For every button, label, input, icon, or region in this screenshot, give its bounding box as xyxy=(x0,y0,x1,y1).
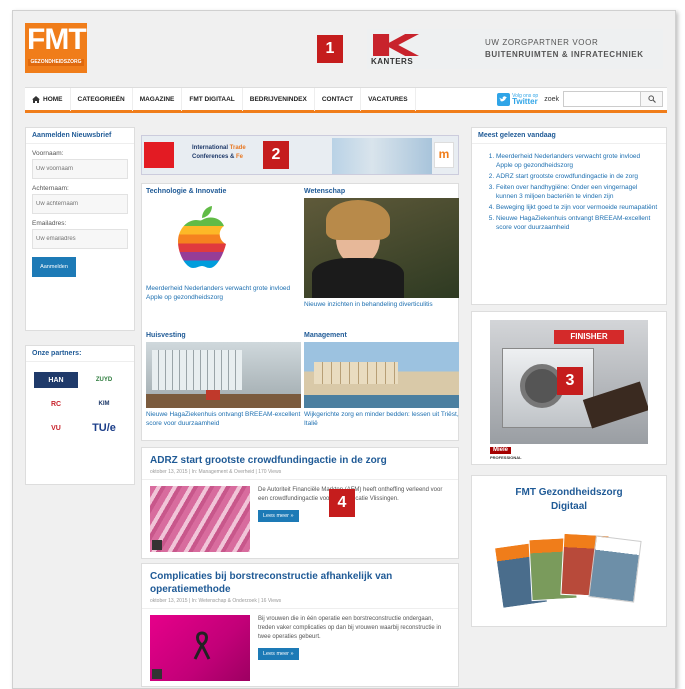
marker-1: 1 xyxy=(317,35,343,63)
most-read-item[interactable]: Beweging lijkt goed te zijn voor vermoei… xyxy=(496,203,658,212)
fmt-logo[interactable]: FMT GEZONDHEIDSZORG xyxy=(25,23,87,73)
pink-ribbon-image[interactable] xyxy=(150,615,250,681)
firstname-field[interactable] xyxy=(32,159,128,179)
category-title[interactable]: Wetenschap xyxy=(304,188,459,195)
logo-subtext: GEZONDHEIDSZORG xyxy=(28,59,84,66)
partner-logo-vu[interactable]: VU xyxy=(34,420,78,436)
article-meta: oktober 13, 2015 | In: Management & Over… xyxy=(142,469,458,480)
conference-banner-ad[interactable]: International Trade Conferences & Fe m xyxy=(141,135,459,175)
miele-logo: Miele xyxy=(490,447,512,454)
document-icon xyxy=(152,540,162,550)
miele-sub: PROFESSIONAL xyxy=(490,455,522,460)
document-icon xyxy=(152,669,162,679)
nav-item-bedrijvenindex[interactable]: BEDRIJVENINDEX xyxy=(243,87,315,111)
main-navigation: HOME CATEGORIEËN MAGAZINE FMT DIGITAAL B… xyxy=(25,87,667,113)
kanters-logo: KANTERS xyxy=(371,30,425,68)
most-read-title: Meest gelezen vandaag xyxy=(472,128,666,144)
search-input[interactable] xyxy=(563,91,641,107)
conference-banner-text: International Trade Conferences & Fe xyxy=(192,145,246,160)
article-card: Complicaties bij borstreconstructie afha… xyxy=(141,563,459,687)
read-more-button[interactable]: Lees meer » xyxy=(258,510,299,522)
apple-logo-image[interactable] xyxy=(146,198,301,282)
search-button[interactable] xyxy=(641,91,663,107)
newsletter-signup: Aanmelden Nieuwsbrief Voornaam: Achterna… xyxy=(25,127,135,331)
article-link[interactable]: Nieuwe HagaZiekenhuis ontvangt BREEAM-ex… xyxy=(146,410,301,428)
messe-logo: m xyxy=(434,142,454,168)
woman-portrait-image[interactable] xyxy=(304,198,459,298)
partners-box: Onze partners: HAN ZUYD RC KIM VU TU/e xyxy=(25,345,135,485)
featured-categories-grid: Technologie & Innovatie Meerderheid Nede… xyxy=(141,183,459,441)
marker-3: 3 xyxy=(557,367,583,395)
twitter-icon xyxy=(497,92,511,106)
most-read-box: Meest gelezen vandaag Meerderheid Nederl… xyxy=(471,127,667,305)
article-title[interactable]: ADRZ start grootste crowdfundingactie in… xyxy=(142,448,458,469)
category-cell-management: Management Wijkgerichte zorg en minder b… xyxy=(304,332,459,428)
logo-text: FMT xyxy=(27,23,87,56)
twitter-follow-link[interactable]: Volg ons op Twitter xyxy=(497,92,538,106)
partner-logo-rc[interactable]: RC xyxy=(34,396,78,412)
partner-logo-han[interactable]: HAN xyxy=(34,372,78,388)
twitter-label: Twitter xyxy=(512,96,538,106)
email-label: Emailadres: xyxy=(32,220,67,227)
article-link[interactable]: Meerderheid Nederlanders verwacht grote … xyxy=(146,284,301,302)
most-read-item[interactable]: Feiten over handhygiëne: Onder een vinge… xyxy=(496,183,658,201)
search-area: zoek xyxy=(544,91,663,107)
finisher-sign: FINISHER xyxy=(554,330,624,344)
article-card: ADRZ start grootste crowdfundingactie in… xyxy=(141,447,459,559)
read-more-button[interactable]: Lees meer » xyxy=(258,648,299,660)
nav-item-vacatures[interactable]: VACATURES xyxy=(361,87,416,111)
money-image[interactable] xyxy=(150,486,250,552)
doctors-photo xyxy=(332,138,432,174)
category-cell-wetenschap: Wetenschap Nieuwe inzichten in behandeli… xyxy=(304,188,459,309)
article-link[interactable]: Nieuwe inzichten in behandeling divertic… xyxy=(304,300,459,309)
trieste-city-image[interactable] xyxy=(304,342,459,408)
page: FMT GEZONDHEIDSZORG KANTERS UW ZORGPARTN… xyxy=(12,10,676,689)
category-title[interactable]: Management xyxy=(304,332,459,339)
hospital-interior-image[interactable] xyxy=(146,342,301,408)
most-read-item[interactable]: Nieuwe HagaZiekenhuis ontvangt BREEAM-ex… xyxy=(496,214,658,232)
partner-logo-kim[interactable]: KIM xyxy=(82,396,126,412)
subscribe-button[interactable]: Aanmelden xyxy=(32,257,76,277)
nav-item-contact[interactable]: CONTACT xyxy=(315,87,362,111)
fmt-digital-title: FMT Gezondheidszorg Digitaal xyxy=(515,487,623,512)
marker-2: 2 xyxy=(263,141,289,169)
article-link[interactable]: Wijkgerichte zorg en minder bedden: less… xyxy=(304,410,459,428)
fmt-digital-promo[interactable]: FMT Gezondheidszorg Digitaal xyxy=(471,475,667,627)
nav-item-magazine[interactable]: MAGAZINE xyxy=(133,87,183,111)
marker-4: 4 xyxy=(329,489,355,517)
partner-logo-tue[interactable]: TU/e xyxy=(82,420,126,436)
home-icon xyxy=(32,95,40,103)
partners-title: Onze partners: xyxy=(26,346,134,362)
article-excerpt: Bij vrouwen die in één operatie een bors… xyxy=(258,616,442,640)
newsletter-title: Aanmelden Nieuwsbrief xyxy=(26,128,134,144)
partner-logo-zuyd[interactable]: ZUYD xyxy=(82,372,126,388)
most-read-item[interactable]: ADRZ start grootste crowdfundingactie in… xyxy=(496,172,658,181)
nav-item-fmt-digitaal[interactable]: FMT DIGITAAL xyxy=(182,87,243,111)
email-field[interactable] xyxy=(32,229,128,249)
nav-item-home[interactable]: HOME xyxy=(25,87,71,111)
category-title[interactable]: Technologie & Innovatie xyxy=(146,188,301,195)
most-read-item[interactable]: Meerderheid Nederlanders verwacht grote … xyxy=(496,152,658,170)
lastname-label: Achternaam: xyxy=(32,185,69,192)
medica-logo xyxy=(144,142,174,168)
kanters-banner-ad[interactable]: KANTERS UW ZORGPARTNER VOOR BUITENRUIMTE… xyxy=(367,29,663,69)
category-title[interactable]: Huisvesting xyxy=(146,332,301,339)
magazine-covers-image xyxy=(493,532,644,618)
magnifier-icon xyxy=(647,95,656,103)
firstname-label: Voornaam: xyxy=(32,150,64,157)
article-title[interactable]: Complicaties bij borstreconstructie afha… xyxy=(142,564,458,598)
search-label: zoek xyxy=(544,95,559,103)
lastname-field[interactable] xyxy=(32,194,128,214)
kanters-tagline: UW ZORGPARTNER VOOR BUITENRUIMTEN & INFR… xyxy=(485,38,644,59)
category-cell-huisvesting: Huisvesting Nieuwe HagaZiekenhuis ontvan… xyxy=(146,332,301,428)
nav-item-categorieen[interactable]: CATEGORIEËN xyxy=(71,87,133,111)
category-cell-technologie: Technologie & Innovatie Meerderheid Nede… xyxy=(146,188,301,302)
article-meta: oktober 13, 2015 | In: Wetenschap & Onde… xyxy=(142,598,458,609)
